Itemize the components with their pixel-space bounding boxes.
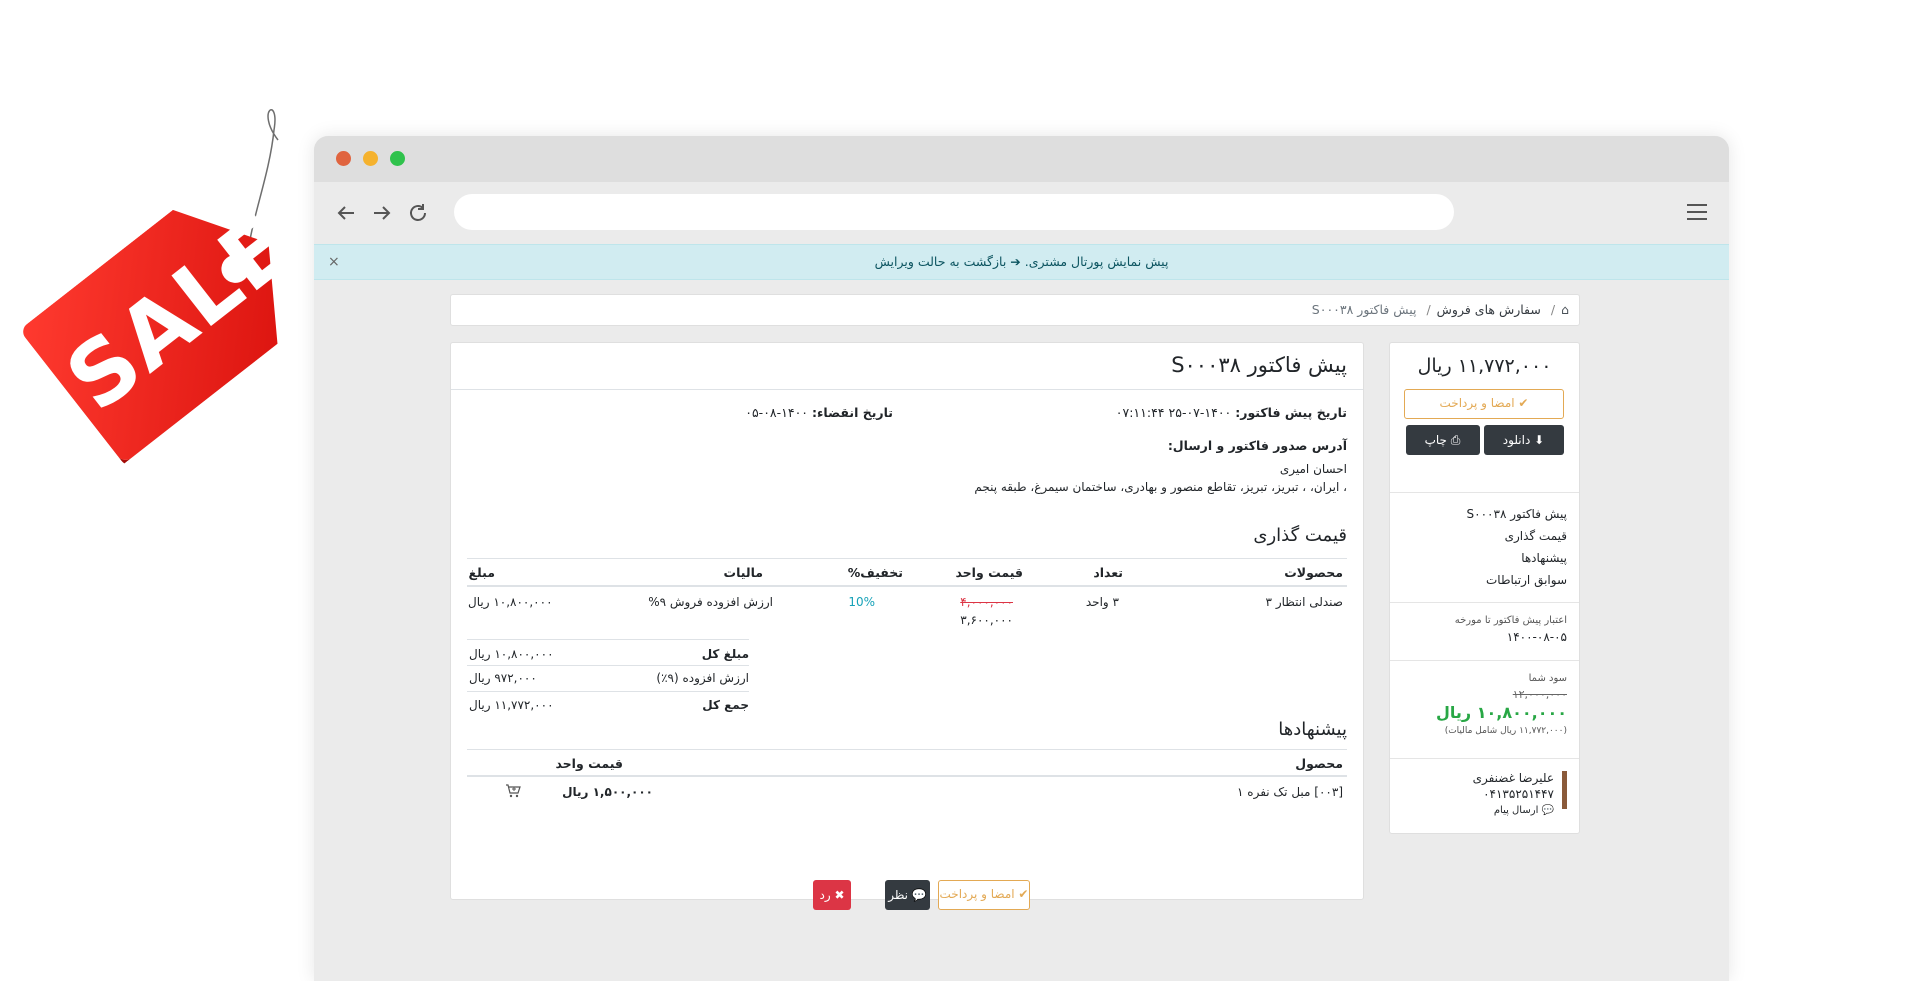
option-row-price: ۱,۵۰۰,۰۰۰ ریال <box>562 785 653 799</box>
back-to-edit-link[interactable]: ➔ بازگشت به حالت ویرایش <box>875 254 1021 269</box>
add-to-cart-icon[interactable] <box>505 783 521 799</box>
address-label: آدرس صدور فاکتور و ارسال: <box>1167 438 1347 453</box>
pricing-row-amount: ۱۰,۸۰۰,۰۰۰ ریال <box>468 595 553 609</box>
reload-icon[interactable] <box>406 201 430 225</box>
check-icon: ✔ <box>1018 887 1029 901</box>
chat-icon: 💬 <box>1541 805 1554 816</box>
options-col-price: قیمت واحد <box>555 756 623 771</box>
forward-arrow-icon[interactable] <box>370 201 394 225</box>
send-message-link[interactable]: 💬 ارسال پیام <box>1473 805 1554 816</box>
arrow-right-icon: ➔ <box>1010 254 1021 269</box>
sidebar-total: ۱۱,۷۷۲,۰۰۰ ریال <box>1417 355 1552 377</box>
savings-tax-note: (۱۱,۷۷۲,۰۰۰ ریال شامل مالیات) <box>1444 726 1567 736</box>
col-products: محصولات <box>1284 565 1343 580</box>
customer-address: ، ایران، ، تبریز، تبریز، تقاطع منصور و ب… <box>974 480 1347 494</box>
check-icon: ✔ <box>1518 396 1529 410</box>
minimize-window-dot[interactable] <box>363 151 378 166</box>
title-bar <box>314 136 1729 182</box>
close-x-icon: ✖ <box>834 888 845 902</box>
salesperson-phone: ۰۴۱۳۵۲۵۱۴۴۷ <box>1483 787 1554 801</box>
option-row-product: [۰۰۳] مبل تک نفره ۱ <box>1237 785 1343 799</box>
col-tax: مالیات <box>723 565 763 580</box>
col-discount: تخفیف% <box>847 565 903 580</box>
col-unit-price: قیمت واحد <box>955 565 1023 580</box>
savings-new-price: ۱۰,۸۰۰,۰۰۰ ریال <box>1436 703 1567 722</box>
quote-title: پیش فاکتور S۰۰۰۳۸ <box>1171 353 1347 377</box>
pricing-row-qty: ۳ واحد <box>1085 595 1119 609</box>
close-window-dot[interactable] <box>336 151 351 166</box>
customer-name: احسان امیری <box>1279 462 1347 476</box>
salesperson-name: علیرضا غضنفری <box>1472 771 1554 785</box>
print-button[interactable]: ⎙ چاپ <box>1405 425 1480 455</box>
download-icon: ⬇ <box>1534 433 1545 447</box>
browser-window: پیش نمایش پورتال مشتری. ➔ بازگشت به حالت… <box>314 136 1729 981</box>
sidebar-nav-quote[interactable]: پیش فاکتور S۰۰۰۳۸ <box>1402 503 1567 525</box>
alert-close-icon[interactable]: × <box>328 245 340 279</box>
pricing-row-unit-old: ۴,۰۰۰,۰۰۰ <box>960 595 1013 609</box>
back-arrow-icon[interactable] <box>334 201 358 225</box>
salesperson-avatar <box>1562 771 1567 809</box>
download-button[interactable]: ⬇ دانلود <box>1483 425 1564 455</box>
breadcrumb-item-current: پیش فاکتور S۰۰۰۳۸ <box>1311 302 1417 317</box>
savings-label: سود شما <box>1528 673 1567 684</box>
preview-alert: پیش نمایش پورتال مشتری. ➔ بازگشت به حالت… <box>314 244 1729 280</box>
col-amount: مبلغ <box>468 565 495 580</box>
options-col-product: محصول <box>1295 756 1343 771</box>
col-qty: تعداد <box>1093 565 1123 580</box>
feedback-button[interactable]: 💬 نظر <box>885 880 930 910</box>
sidebar: ۱۱,۷۷۲,۰۰۰ ریال ✔ امضا و پرداخت ⬇ دانلود… <box>1389 342 1580 834</box>
options-heading: پیشنهادها <box>1278 719 1347 740</box>
breadcrumb-item-orders[interactable]: سفارش های فروش <box>1437 302 1541 317</box>
pricing-row-tax: ارزش افزوده فروش ۹% <box>648 595 773 609</box>
maximize-window-dot[interactable] <box>390 151 405 166</box>
totals-row-tax: ارزش افزوده (۹٪) ۹۷۲,۰۰۰ ریال <box>469 671 749 685</box>
bottom-sign-pay-button[interactable]: ✔ امضا و پرداخت <box>938 880 1030 910</box>
quote-card: پیش فاکتور S۰۰۰۳۸ تاریخ پیش فاکتور: ۱۴۰۰… <box>450 342 1364 900</box>
quote-expiry: تاریخ انقضاء: ۱۴۰۰-۰۸-۰۵ <box>745 405 893 420</box>
pricing-heading: قیمت گذاری <box>1253 525 1347 546</box>
printer-icon: ⎙ <box>1450 433 1461 447</box>
sidebar-nav-pricing[interactable]: قیمت گذاری <box>1402 525 1567 547</box>
breadcrumb: ⌂/ سفارش های فروش/ پیش فاکتور S۰۰۰۳۸ <box>450 294 1580 326</box>
savings-old-price: ۱۲,۰۰۰,۰۰۰ <box>1512 688 1567 701</box>
pricing-row-discount: 10% <box>848 595 875 609</box>
browser-toolbar <box>314 182 1729 244</box>
home-icon[interactable]: ⌂ <box>1561 302 1569 317</box>
hamburger-menu-icon[interactable] <box>1687 204 1707 220</box>
pricing-row-unit-new: ۳,۶۰۰,۰۰۰ <box>960 613 1013 627</box>
address-bar[interactable] <box>454 194 1454 230</box>
chat-icon: 💬 <box>911 888 927 902</box>
quote-date: تاریخ پیش فاکتور: ۱۴۰۰-۰۷-۲۵ ۰۷:۱۱:۴۴ <box>1115 405 1347 420</box>
totals-row-grand: جمع کل ۱۱,۷۷۲,۰۰۰ ریال <box>469 698 749 712</box>
validity-date: ۱۴۰۰-۰۸-۰۵ <box>1506 630 1567 644</box>
sidebar-nav-history[interactable]: سوابق ارتباطات <box>1402 569 1567 591</box>
totals-row-subtotal: مبلغ کل ۱۰,۸۰۰,۰۰۰ ریال <box>469 647 749 661</box>
pricing-row-product: صندلی انتظار ۳ <box>1265 595 1343 609</box>
sign-pay-button[interactable]: ✔ امضا و پرداخت <box>1404 389 1564 419</box>
alert-text: پیش نمایش پورتال مشتری. <box>1024 254 1169 269</box>
reject-button[interactable]: ✖ رد <box>813 880 851 910</box>
sidebar-nav-options[interactable]: پیشنهادها <box>1402 547 1567 569</box>
validity-label: اعتبار پیش فاکتور تا مورخه <box>1454 615 1567 626</box>
